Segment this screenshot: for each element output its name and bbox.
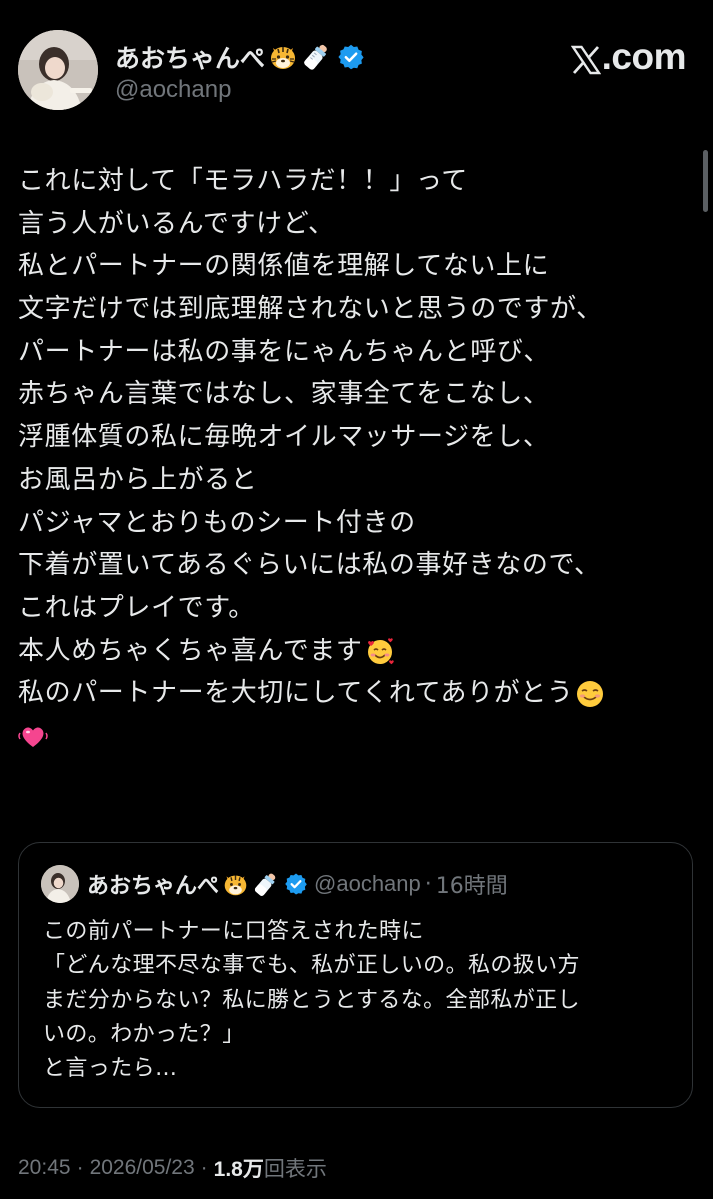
tweet-line-text: 本人めちゃくちゃ喜んでます [18,635,363,666]
quoted-tweet-card[interactable]: あおちゃんぺ @aochanp · 16時間 この前パートナーに口答えされた時に… [18,842,693,1108]
tweet-line: お風呂から上がると [18,464,258,495]
tweet-line-text: 私のパートナーを大切にしてくれてありがとう [18,678,574,709]
smiling-face-with-hearts-emoji [365,636,395,666]
tweet-line: 私とパートナーの関係値を理解してない上に [18,251,550,282]
tweet-line: これに対して「モラハラだ！！」って [18,166,468,196]
tweet-line: 赤ちゃん言葉ではなし、家事全てをこなし、 [18,379,550,410]
tweet-line: パートナーは私の事をにゃんちゃんと呼び、 [18,336,551,367]
quoted-tweet-header: あおちゃんぺ @aochanp · 16時間 [41,865,508,903]
tweet-line: これはプレイです。 [18,592,255,623]
site-logo: .com [570,36,687,78]
tweet-line: 下着が置いてあるぐらいには私の事好きなので、 [18,550,601,581]
tweet-date[interactable]: 2026/05/23 [90,1156,195,1180]
tweet-line-with-emoji: 本人めちゃくちゃ喜んでます [18,630,683,673]
tweet-header: あおちゃんぺ @aochanp .com [18,30,698,114]
quoted-author-display-name: あおちゃんぺ [87,874,220,899]
quoted-author-handle: @aochanp [314,871,421,896]
tweet-text: これに対して「モラハラだ！！」って 言う人がいるんですけど、 私とパートナーの関… [18,160,683,758]
quoted-line: いの。わかった？」 [43,1021,245,1047]
quoted-line: 「どんな理不尽な事でも、私が正しいの。私の扱い方 [43,953,580,979]
tweet-line: 文字だけでは到底理解されないと思うのですが、 [18,294,603,325]
author-avatar[interactable] [18,30,98,110]
tweet-line-with-emoji: 私のパートナーを大切にしてくれてありがとう [18,672,683,715]
tweet-line: パジャマとおりものシート付きの [18,507,416,538]
author-handle[interactable]: @aochanp [115,76,231,104]
tiger-face-emoji [268,42,298,72]
site-logo-text: .com [601,36,687,77]
meta-separator: · [76,1156,84,1179]
meta-separator: · [200,1156,208,1179]
views-label: 回表示 [263,1158,327,1181]
tweet-line: 浮腫体質の私に毎晩オイルマッサージをし、 [18,422,550,453]
baby-bottle-emoji [301,42,331,72]
quoted-timestamp[interactable]: 16時間 [436,868,508,900]
baby-bottle-emoji [252,871,279,898]
quoted-line: この前パートナーに口答えされた時に [43,919,424,944]
quoted-tweet-text: この前パートナーに口答えされた時に 「どんな理不尽な事でも、私が正しいの。私の扱… [43,915,673,1086]
author-display-name[interactable]: あおちゃんぺ [115,39,265,75]
tweet-line: 言う人がいるんですけど、 [18,208,335,239]
x-logo-icon [570,42,601,75]
tweet-line-emoji-only [18,715,683,758]
verified-badge-icon [337,43,365,71]
tweet-time[interactable]: 20:45 [18,1156,71,1180]
smiling-face-emoji [575,679,605,709]
author-name-row: あおちゃんぺ [115,39,365,75]
scrollbar[interactable] [703,150,708,212]
views-count: 1.8万 [213,1158,264,1181]
tiger-face-emoji [222,871,249,898]
quoted-separator: · [424,871,432,897]
quoted-line: まだ分からない？私に勝とうとするな。全部私が正し [43,987,580,1013]
verified-badge-icon [284,872,308,896]
quoted-line: と言ったら… [43,1056,178,1082]
tweet-meta: 20:45 · 2026/05/23 · 1.8万 回表示 [18,1153,327,1183]
beating-heart-emoji [18,721,48,751]
quoted-author-avatar [41,865,79,903]
